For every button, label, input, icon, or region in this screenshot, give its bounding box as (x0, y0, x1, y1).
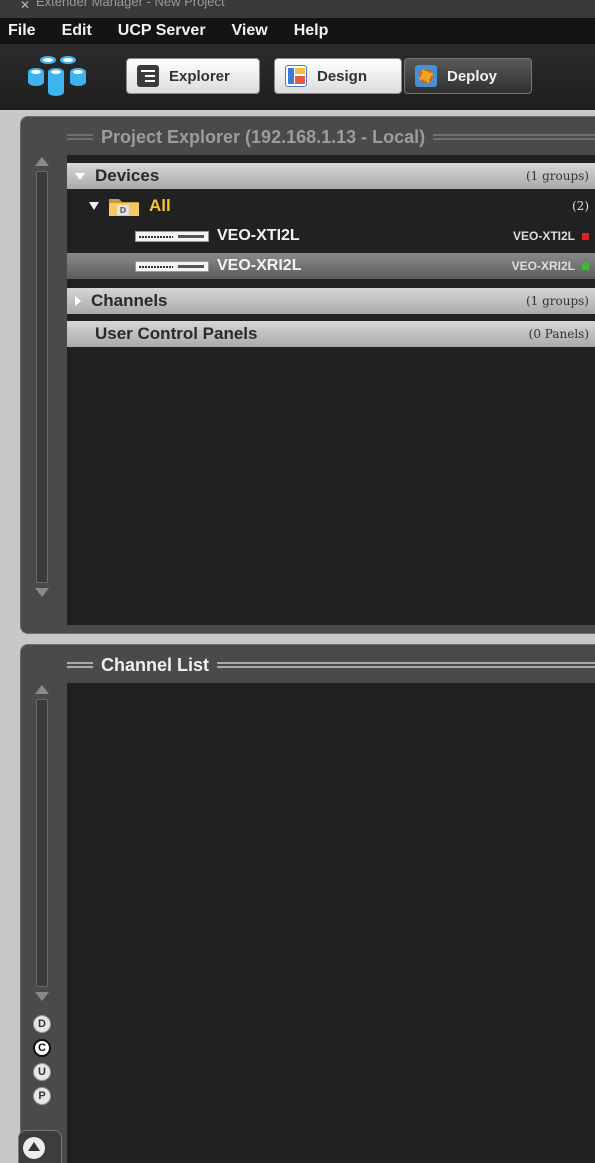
explorer-button-label: Explorer (169, 67, 230, 85)
project-explorer-panel: Project Explorer (192.168.1.13 - Local) … (20, 116, 595, 634)
tree-group-user-control-panels[interactable]: User Control Panels (0 Panels) (67, 321, 595, 347)
expand-caret-icon[interactable] (89, 202, 99, 210)
project-explorer-title: Project Explorer (192.168.1.13 - Local) (101, 126, 426, 147)
folder-label: All (149, 196, 171, 215)
deploy-button-label: Deploy (447, 67, 498, 85)
group-count: (0 Panels) (528, 327, 589, 341)
status-indicator-green-icon (582, 262, 589, 270)
app-title-icon: ✕ (20, 0, 31, 12)
menu-ucp-server[interactable]: UCP Server (106, 22, 220, 40)
group-label: Channels (91, 291, 168, 310)
project-explorer-header: Project Explorer (192.168.1.13 - Local) (67, 125, 595, 149)
design-icon (285, 65, 307, 87)
group-label: Devices (95, 166, 160, 185)
menu-help[interactable]: Help (282, 22, 343, 40)
group-count: (1 groups) (525, 294, 589, 308)
folder-count: (2) (572, 199, 589, 213)
channel-list-panel: Channel List D C U P (20, 644, 595, 1163)
channel-list-header: Channel List (67, 653, 595, 677)
panel-grip[interactable] (67, 662, 93, 668)
scroll-up-arrow-icon[interactable] (35, 157, 49, 166)
explorer-button[interactable]: Explorer (126, 58, 260, 94)
view-side-tabs: D C U P (33, 1015, 51, 1111)
toolbar: Explorer Design Deploy (0, 44, 595, 110)
side-tab-ucp[interactable]: U (33, 1063, 51, 1081)
panel-grip[interactable] (433, 134, 595, 140)
tree-folder-all[interactable]: D All (2) (67, 193, 595, 219)
scroll-down-arrow-icon[interactable] (35, 588, 49, 597)
channel-list-content (67, 683, 595, 1163)
window-title: Extender Manager - New Project (36, 0, 225, 9)
channel-list-title: Channel List (101, 654, 210, 675)
tree-device-row-selected[interactable]: VEO-XRI2L VEO-XRI2L (67, 253, 595, 279)
app-logo-icon (28, 56, 86, 96)
scroll-track[interactable] (36, 699, 48, 987)
explorer-scrollbar[interactable] (33, 157, 51, 597)
side-tab-channels[interactable]: C (33, 1039, 51, 1057)
group-label: User Control Panels (95, 324, 258, 343)
design-button-label: Design (317, 67, 368, 85)
device-model: VEO-XRI2L (511, 259, 575, 273)
device-name: VEO-XRI2L (217, 257, 302, 274)
device-chassis-icon (135, 230, 209, 242)
status-indicator-red-icon (582, 232, 589, 240)
project-explorer-tree: Devices (1 groups) D All (2) VEO-XTI2L V… (67, 155, 595, 625)
device-model: VEO-XTI2L (512, 229, 575, 243)
deploy-gear-icon (415, 65, 437, 87)
side-tab-devices[interactable]: D (33, 1015, 51, 1033)
menu-view[interactable]: View (220, 22, 282, 40)
menu-edit[interactable]: Edit (50, 22, 106, 40)
collapse-panel-tab[interactable] (18, 1130, 62, 1163)
tree-group-channels[interactable]: Channels (1 groups) (67, 288, 595, 314)
svg-text:D: D (120, 206, 127, 215)
channel-list-scrollbar[interactable] (33, 685, 51, 1001)
menu-file[interactable]: File (0, 22, 50, 40)
title-bar: ✕ Extender Manager - New Project (0, 0, 595, 18)
group-count: (1 groups) (525, 169, 589, 183)
tree-group-devices[interactable]: Devices (1 groups) (67, 163, 595, 189)
tree-device-row[interactable]: VEO-XTI2L VEO-XTI2L (67, 223, 595, 249)
expand-caret-icon[interactable] (75, 172, 85, 180)
collapse-caret-icon[interactable] (75, 296, 81, 306)
up-arrow-icon[interactable] (23, 1137, 45, 1159)
panel-grip[interactable] (67, 134, 93, 140)
side-tab-p[interactable]: P (33, 1087, 51, 1105)
menu-bar: File Edit UCP Server View Help (0, 18, 595, 44)
deploy-button[interactable]: Deploy (404, 58, 532, 94)
scroll-down-arrow-icon[interactable] (35, 992, 49, 1001)
folder-icon: D (109, 199, 139, 216)
device-name: VEO-XTI2L (217, 227, 300, 244)
design-button[interactable]: Design (274, 58, 402, 94)
scroll-up-arrow-icon[interactable] (35, 685, 49, 694)
explorer-icon (137, 65, 159, 87)
scroll-track[interactable] (36, 171, 48, 583)
device-chassis-icon (135, 260, 209, 272)
panel-grip[interactable] (217, 662, 595, 668)
